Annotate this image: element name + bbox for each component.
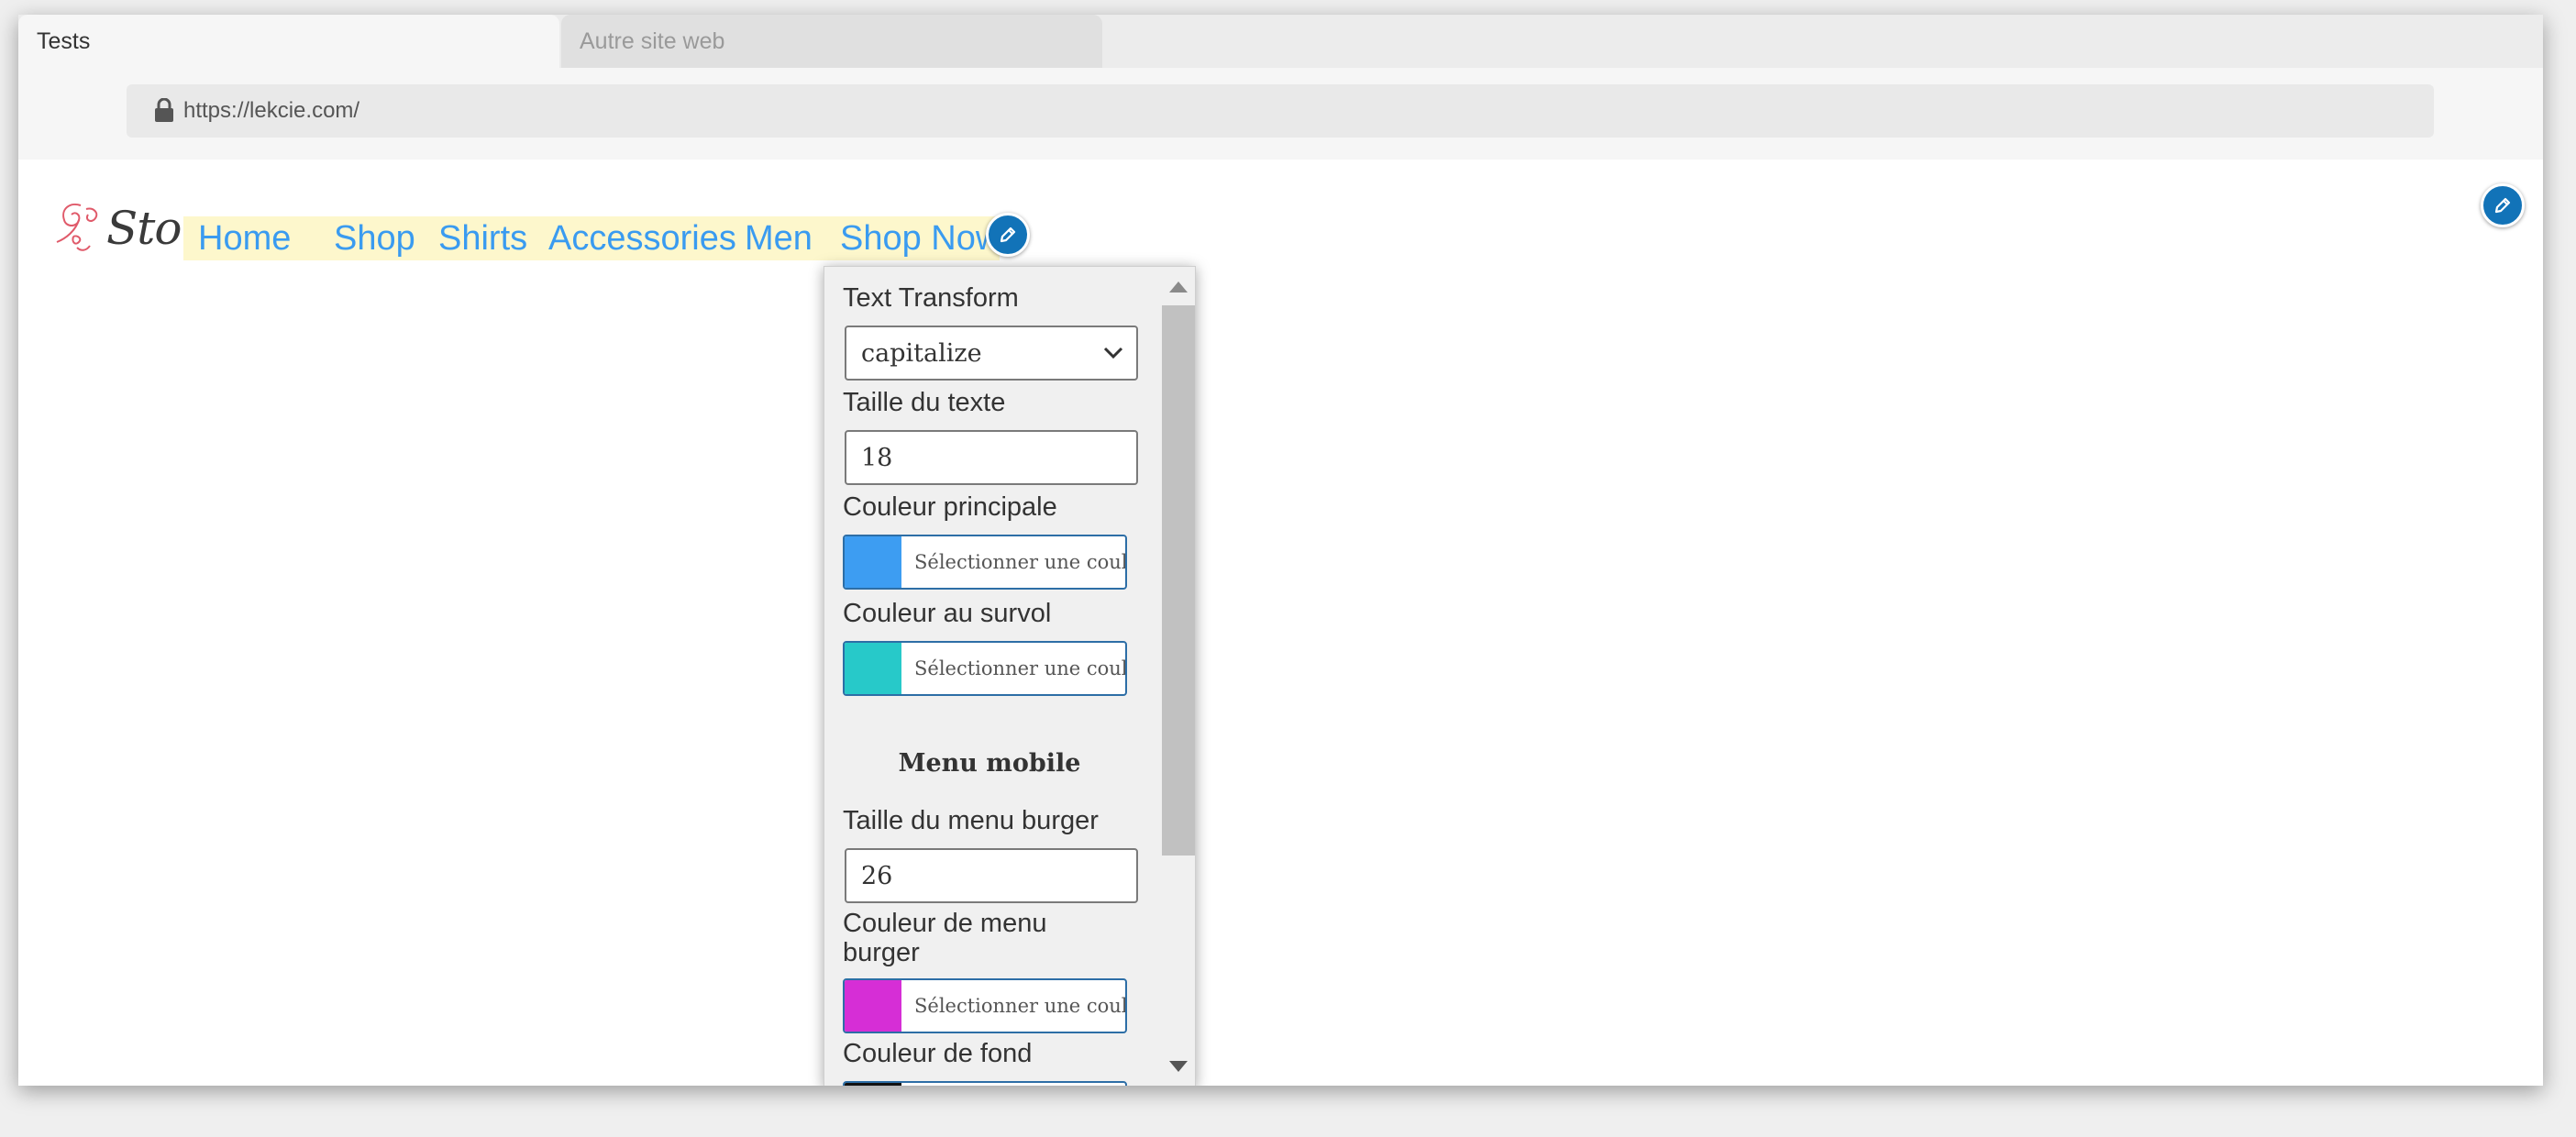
text-size-value: 18 xyxy=(861,444,893,472)
scroll-up-arrow-icon[interactable] xyxy=(1169,281,1188,293)
scroll-down-arrow-icon[interactable] xyxy=(1169,1061,1188,1072)
hover-color-label: Couleur au survol xyxy=(843,599,1052,628)
main-color-button-text: Sélectionner une couleur xyxy=(914,551,1127,573)
edit-page-button[interactable] xyxy=(2481,183,2525,227)
pencil-icon xyxy=(2494,197,2511,214)
tab-label: Tests xyxy=(37,28,91,54)
mobile-menu-heading: Menu mobile xyxy=(898,749,1081,778)
main-nav: Home Shop Shirts Accessories Men Shop No… xyxy=(183,216,1001,260)
nav-item-men[interactable]: Men xyxy=(745,216,813,260)
nav-item-accessories[interactable]: Accessories xyxy=(548,216,736,260)
main-color-label: Couleur principale xyxy=(843,492,1057,522)
tab-label: Autre site web xyxy=(580,28,725,54)
nav-item-shirts[interactable]: Shirts xyxy=(438,216,527,260)
bg-color-picker[interactable] xyxy=(843,1081,1127,1086)
burger-color-label: Couleur de menu burger xyxy=(843,909,1047,967)
nav-item-shop[interactable]: Shop xyxy=(334,216,415,260)
text-transform-select[interactable]: capitalize xyxy=(845,326,1138,381)
hover-color-picker[interactable]: Sélectionner une couleur xyxy=(843,641,1127,696)
burger-size-input[interactable]: 26 xyxy=(845,848,1138,903)
hover-color-swatch xyxy=(845,643,901,694)
browser-toolbar: https://lekcie.com/ xyxy=(18,68,2543,160)
burger-size-label: Taille du menu burger xyxy=(843,806,1099,835)
browser-window: Tests Autre site web https://lekcie.com/ xyxy=(18,15,2543,1086)
tab-tests[interactable]: Tests xyxy=(18,15,559,68)
bg-color-swatch xyxy=(845,1083,901,1086)
tab-bar: Tests Autre site web xyxy=(18,15,2543,68)
address-bar[interactable]: https://lekcie.com/ xyxy=(127,84,2434,138)
panel-scrollbar[interactable] xyxy=(1158,267,1195,1086)
bg-color-label: Couleur de fond xyxy=(843,1039,1033,1068)
hover-color-button-text: Sélectionner une couleur xyxy=(914,657,1127,679)
page-content: Store Home Shop Shirts Accessories Men S… xyxy=(18,160,2543,1086)
site-logo[interactable]: Store xyxy=(53,200,229,264)
burger-color-swatch xyxy=(845,980,901,1032)
text-transform-value: capitalize xyxy=(861,339,982,368)
burger-size-value: 26 xyxy=(861,862,893,890)
text-size-label: Taille du texte xyxy=(843,388,1006,417)
menu-settings-panel: Text Transform capitalize Taille du text… xyxy=(824,266,1196,1086)
burger-color-picker[interactable]: Sélectionner une couleur xyxy=(843,978,1127,1033)
pencil-icon xyxy=(1000,226,1016,243)
text-transform-label: Text Transform xyxy=(843,283,1019,313)
scroll-thumb[interactable] xyxy=(1162,305,1195,856)
edit-menu-button[interactable] xyxy=(986,213,1030,257)
main-color-picker[interactable]: Sélectionner une couleur xyxy=(843,535,1127,590)
lock-icon xyxy=(155,98,173,122)
main-color-swatch xyxy=(845,536,901,588)
tab-autre-site-web[interactable]: Autre site web xyxy=(561,15,1102,68)
burger-color-button-text: Sélectionner une couleur xyxy=(914,995,1127,1017)
url-text: https://lekcie.com/ xyxy=(183,98,360,123)
text-size-input[interactable]: 18 xyxy=(845,430,1138,485)
nav-item-home[interactable]: Home xyxy=(198,216,291,260)
nav-item-shop-now[interactable]: Shop Now xyxy=(840,216,1001,260)
chevron-down-icon xyxy=(1103,347,1123,359)
